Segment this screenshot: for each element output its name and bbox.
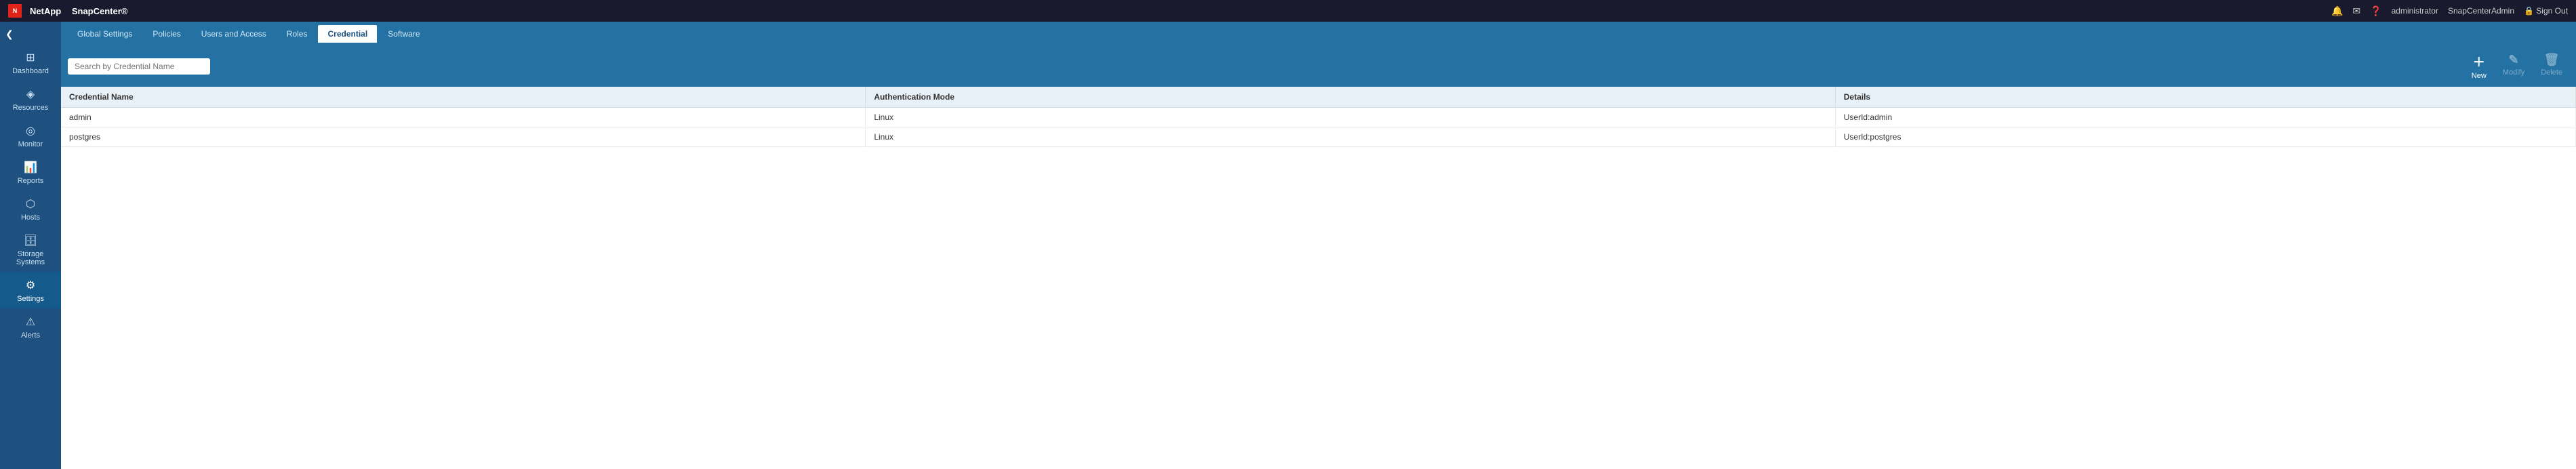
new-btn-label: New xyxy=(2472,72,2487,80)
sidebar-item-hosts-label: Hosts xyxy=(21,213,40,222)
delete-button[interactable]: 🗑 Delete xyxy=(2534,50,2569,83)
col-credential-name: Credential Name xyxy=(61,87,866,108)
tab-policies[interactable]: Policies xyxy=(143,25,190,43)
table-area: Credential Name Authentication Mode Deta… xyxy=(61,87,2576,469)
toolbar-actions: ＋ New ✎ Modify 🗑 Delete xyxy=(2465,50,2569,83)
content-area: Global Settings Policies Users and Acces… xyxy=(61,22,2576,469)
sidebar-item-alerts-label: Alerts xyxy=(21,331,40,340)
delete-icon: 🗑 xyxy=(2544,53,2560,67)
toolbar: ＋ New ✎ Modify 🗑 Delete xyxy=(61,46,2576,87)
product-label: SnapCenter® xyxy=(72,6,128,16)
cell-auth-mode: Linux xyxy=(866,127,1835,147)
bell-icon[interactable]: 🔔 xyxy=(2331,5,2343,17)
new-button[interactable]: ＋ New xyxy=(2465,50,2493,83)
table-header-row: Credential Name Authentication Mode Deta… xyxy=(61,87,2576,108)
col-details: Details xyxy=(1835,87,2575,108)
user-label: administrator xyxy=(2392,6,2438,16)
cell-auth-mode: Linux xyxy=(866,108,1835,127)
sidebar-item-storage-systems[interactable]: 🗄 Storage Systems xyxy=(0,227,61,272)
reports-icon: 📊 xyxy=(24,161,37,174)
cell-details: UserId:postgres xyxy=(1835,127,2575,147)
brand-name: NetApp SnapCenter® xyxy=(30,6,127,16)
sidebar-item-resources[interactable]: ◈ Resources xyxy=(0,81,61,117)
netapp-logo-icon: N xyxy=(8,4,22,18)
tab-credential[interactable]: Credential xyxy=(318,25,377,43)
modify-icon: ✎ xyxy=(2508,53,2518,67)
sidebar-item-reports-label: Reports xyxy=(18,177,44,185)
main-layout: ❮ ⊞ Dashboard ◈ Resources ◎ Monitor 📊 Re… xyxy=(0,22,2576,469)
sidebar-item-resources-label: Resources xyxy=(13,104,49,112)
alerts-icon: ⚠ xyxy=(26,315,35,329)
sidebar-item-monitor[interactable]: ◎ Monitor xyxy=(0,117,61,154)
admin-link[interactable]: SnapCenterAdmin xyxy=(2448,6,2514,16)
credentials-table: Credential Name Authentication Mode Deta… xyxy=(61,87,2576,147)
sidebar: ❮ ⊞ Dashboard ◈ Resources ◎ Monitor 📊 Re… xyxy=(0,22,61,469)
sidebar-item-reports[interactable]: 📊 Reports xyxy=(0,154,61,190)
top-bar: N NetApp SnapCenter® 🔔 ✉ ❓ administrator… xyxy=(0,0,2576,22)
sidebar-item-storage-label: Storage Systems xyxy=(3,250,58,266)
sidebar-item-dashboard-label: Dashboard xyxy=(12,67,49,75)
new-icon: ＋ xyxy=(2473,53,2485,70)
tab-users-and-access[interactable]: Users and Access xyxy=(192,25,276,43)
sidebar-item-dashboard[interactable]: ⊞ Dashboard xyxy=(0,44,61,81)
top-bar-right: 🔔 ✉ ❓ administrator SnapCenterAdmin 🔒 Si… xyxy=(2331,5,2568,17)
monitor-icon: ◎ xyxy=(26,124,35,138)
hosts-icon: ⬡ xyxy=(26,197,35,211)
settings-icon: ⚙ xyxy=(26,279,35,292)
resources-icon: ◈ xyxy=(26,87,35,101)
tab-roles[interactable]: Roles xyxy=(277,25,317,43)
delete-btn-label: Delete xyxy=(2541,68,2562,77)
cell-details: UserId:admin xyxy=(1835,108,2575,127)
tab-software[interactable]: Software xyxy=(378,25,429,43)
top-bar-left: N NetApp SnapCenter® xyxy=(8,4,127,18)
sidebar-collapse-button[interactable]: ❮ xyxy=(0,24,61,44)
tabs-bar: Global Settings Policies Users and Acces… xyxy=(61,22,2576,46)
sidebar-item-monitor-label: Monitor xyxy=(18,140,43,148)
signout-link[interactable]: 🔒 Sign Out xyxy=(2524,6,2568,16)
brand-label: NetApp xyxy=(30,6,61,16)
sidebar-item-settings-label: Settings xyxy=(17,295,44,303)
cell-credential-name: admin xyxy=(61,108,866,127)
table-row[interactable]: postgres Linux UserId:postgres xyxy=(61,127,2576,147)
help-icon[interactable]: ❓ xyxy=(2370,5,2381,17)
col-auth-mode: Authentication Mode xyxy=(866,87,1835,108)
search-input[interactable] xyxy=(68,58,210,75)
sidebar-item-alerts[interactable]: ⚠ Alerts xyxy=(0,308,61,345)
modify-button[interactable]: ✎ Modify xyxy=(2496,50,2531,83)
dashboard-icon: ⊞ xyxy=(26,51,35,64)
sidebar-item-hosts[interactable]: ⬡ Hosts xyxy=(0,190,61,227)
sidebar-item-settings[interactable]: ⚙ Settings xyxy=(0,272,61,308)
cell-credential-name: postgres xyxy=(61,127,866,147)
tab-global-settings[interactable]: Global Settings xyxy=(68,25,142,43)
mail-icon[interactable]: ✉ xyxy=(2352,5,2360,17)
table-row[interactable]: admin Linux UserId:admin xyxy=(61,108,2576,127)
storage-icon: 🗄 xyxy=(24,234,37,247)
modify-btn-label: Modify xyxy=(2503,68,2524,77)
